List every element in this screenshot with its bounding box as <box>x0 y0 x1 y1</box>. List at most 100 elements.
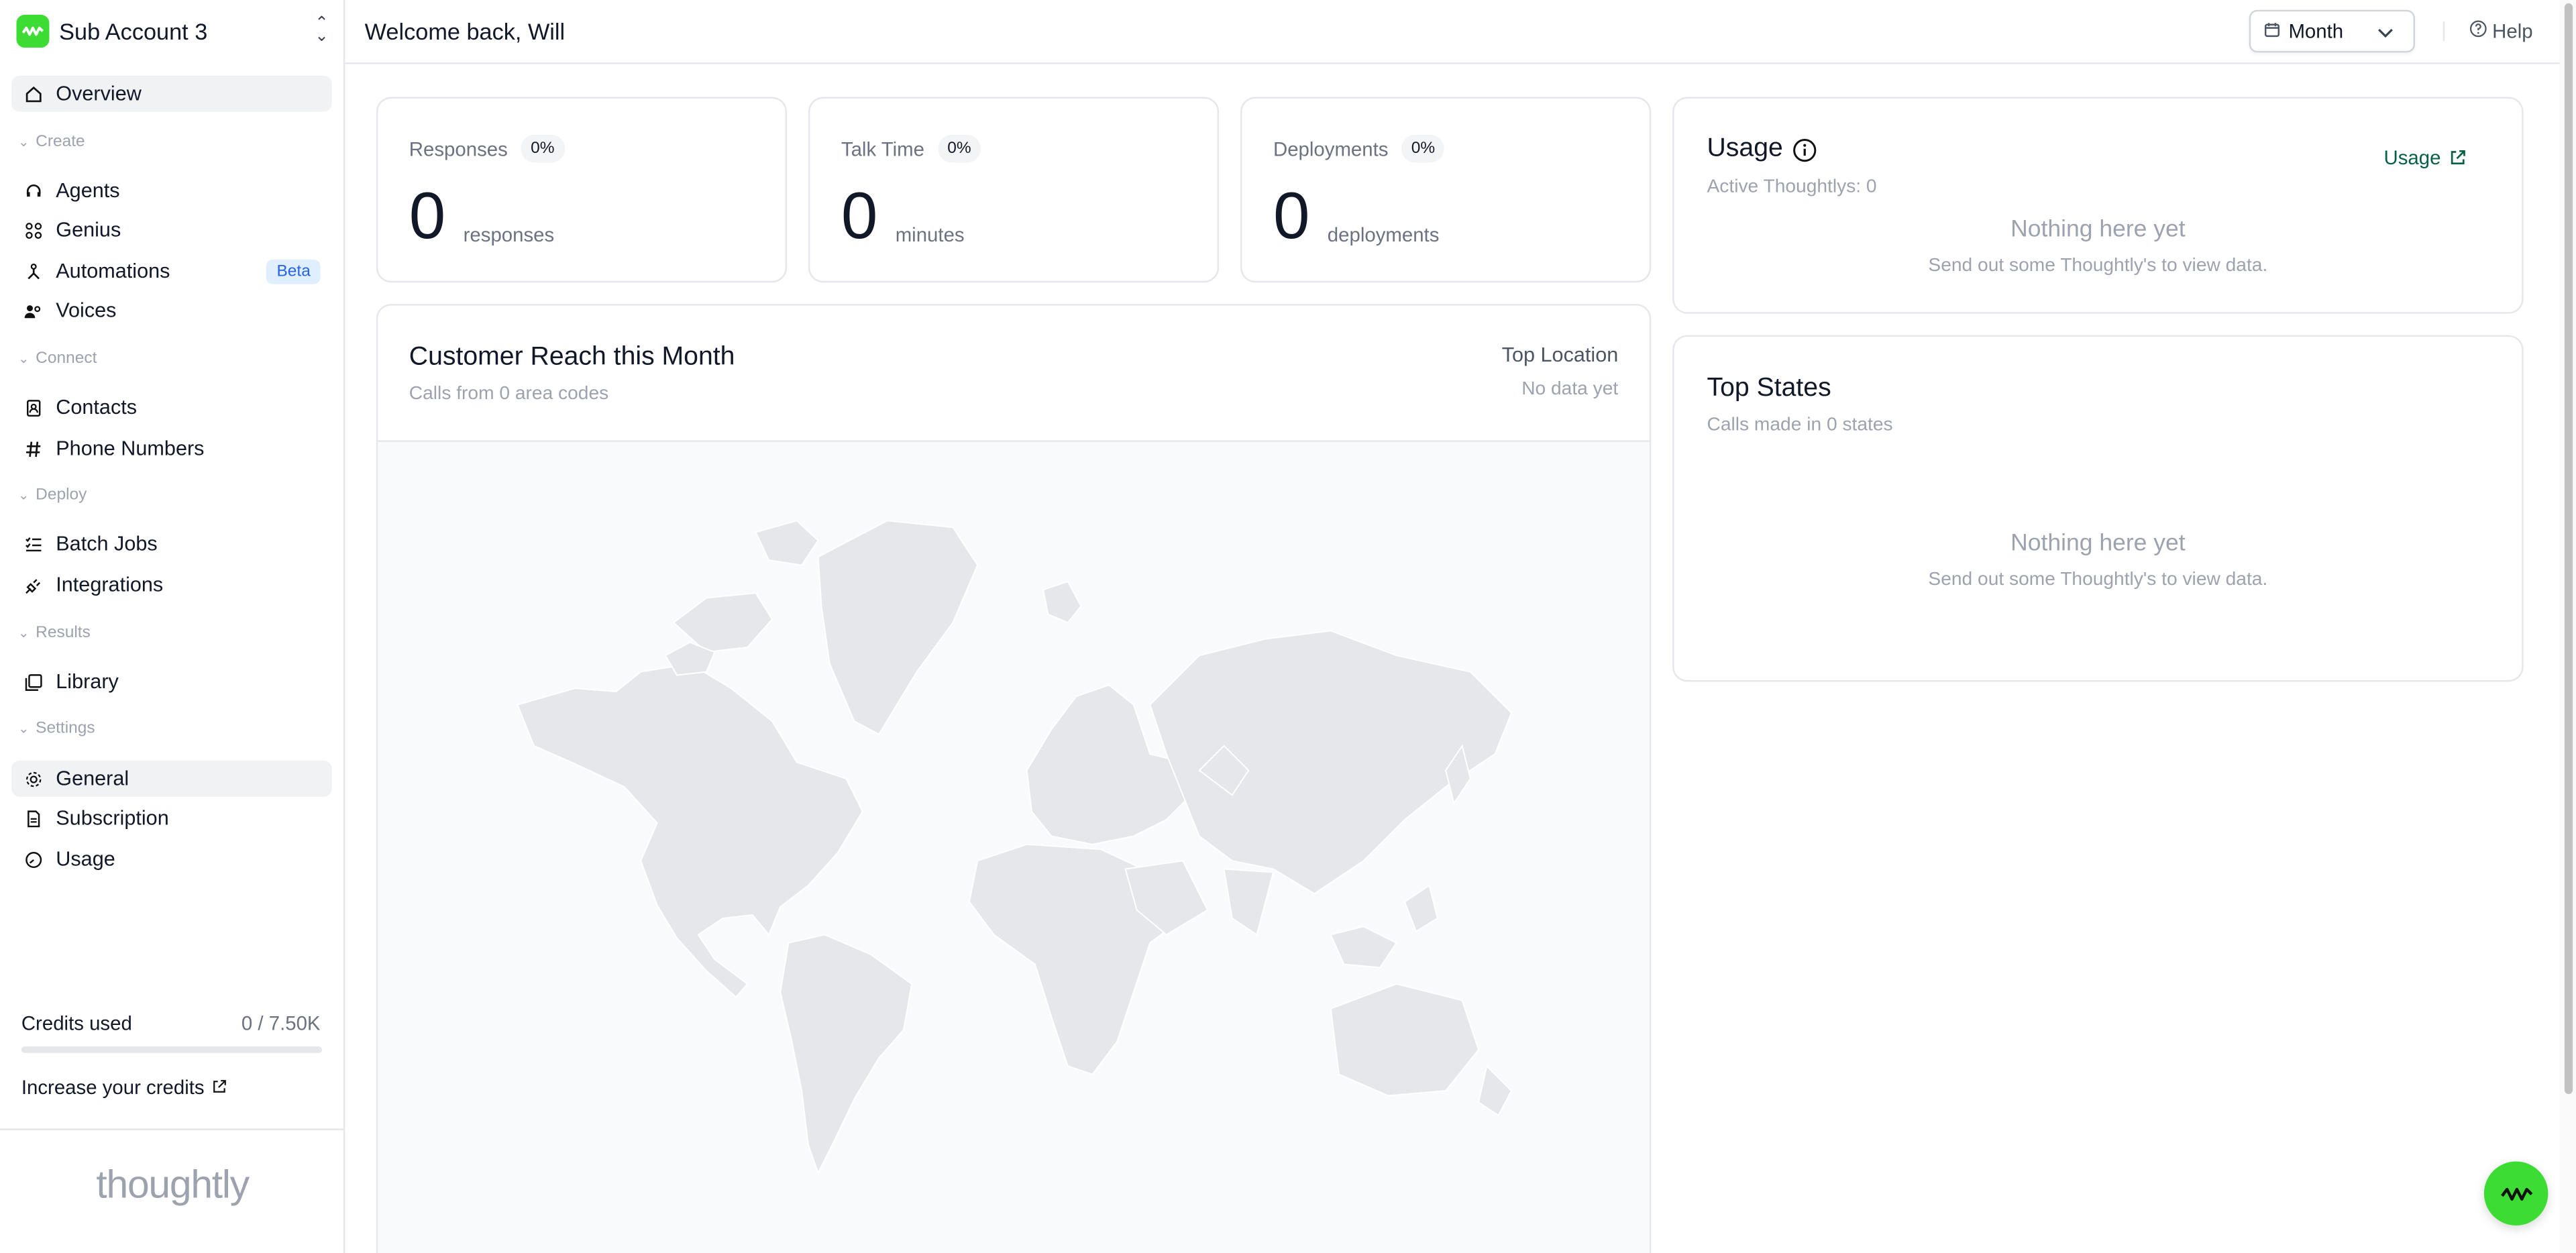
sidebar-item-genius[interactable]: Genius <box>11 212 332 248</box>
sidebar-item-general[interactable]: General <box>11 760 332 797</box>
external-link-icon <box>213 1076 227 1099</box>
increase-credits-label: Increase your credits <box>21 1076 205 1099</box>
sidebar-item-overview[interactable]: Overview <box>11 75 332 112</box>
sidebar-item-label: Contacts <box>56 396 138 419</box>
period-select[interactable]: Month <box>2249 9 2416 53</box>
grid-icon <box>23 220 42 239</box>
stat-label: Responses <box>409 137 508 160</box>
change-badge: 0% <box>937 134 981 163</box>
sidebar-item-label: Genius <box>56 218 121 242</box>
sidebar-item-label: Phone Numbers <box>56 437 205 460</box>
beta-badge: Beta <box>266 258 321 284</box>
gauge-icon <box>23 849 42 869</box>
gear-icon <box>23 769 42 788</box>
headset-icon <box>23 180 42 200</box>
top-location-label: Top Location <box>1501 343 1619 367</box>
change-badge: 0% <box>521 134 565 163</box>
account-switcher[interactable]: Sub Account 3 ⌃ ⌄ <box>16 15 329 48</box>
card-subtitle: Calls made in 0 states <box>1707 415 1893 435</box>
section-label: Deploy <box>36 486 87 504</box>
section-settings[interactable]: ⌄ Settings <box>18 720 95 738</box>
chevron-down-icon: ⌄ <box>17 626 30 641</box>
top-bar: Welcome back, Will Month Help <box>345 0 2560 64</box>
help-label: Help <box>2492 19 2533 43</box>
usage-card: Usage Active Thoughtlys: 0 Usage Nothing… <box>1672 97 2524 314</box>
info-icon[interactable] <box>1792 137 1817 162</box>
plug-icon <box>23 575 42 594</box>
world-map[interactable] <box>378 440 1650 1253</box>
sidebar-item-label: Batch Jobs <box>56 532 158 555</box>
chevron-updown-icon: ⌃ ⌄ <box>315 15 329 46</box>
change-badge: 0% <box>1401 134 1445 163</box>
stat-card-deployments: Deployments 0% 0 deployments <box>1240 97 1652 283</box>
chevron-down-icon: ⌄ <box>17 721 30 737</box>
customer-reach-card: Customer Reach this Month Calls from 0 a… <box>376 304 1652 1253</box>
sidebar-item-label: Usage <box>56 847 115 871</box>
chevron-down-icon: ⌄ <box>17 134 30 150</box>
section-connect[interactable]: ⌄ Connect <box>18 350 97 368</box>
sidebar-item-label: Integrations <box>56 573 164 596</box>
sidebar-item-library[interactable]: Library <box>11 663 332 700</box>
stat-value: 0 <box>1273 180 1310 254</box>
stat-unit: minutes <box>895 223 965 247</box>
sidebar-item-voices[interactable]: Voices <box>11 292 332 329</box>
sidebar: Sub Account 3 ⌃ ⌄ Overview ⌄ Create Agents… <box>0 0 345 1253</box>
library-icon <box>23 672 42 692</box>
thoughtly-chat-button[interactable] <box>2483 1161 2548 1225</box>
stat-unit: responses <box>463 223 555 247</box>
empty-state-title: Nothing here yet <box>2010 217 2186 243</box>
receipt-icon <box>23 808 42 828</box>
list-check-icon <box>23 534 42 553</box>
stat-label: Deployments <box>1273 137 1389 160</box>
top-location-value: No data yet <box>1521 379 1619 400</box>
increase-credits-link[interactable]: Increase your credits <box>21 1076 227 1099</box>
section-results[interactable]: ⌄ Results <box>18 624 91 643</box>
section-deploy[interactable]: ⌄ Deploy <box>18 486 87 504</box>
welcome-title: Welcome back, Will <box>364 17 566 45</box>
thoughtly-wordmark: thoughtly <box>96 1162 250 1208</box>
usage-link-label: Usage <box>2383 146 2441 170</box>
sidebar-item-phone-numbers[interactable]: Phone Numbers <box>11 431 332 467</box>
usage-link[interactable]: Usage <box>2383 146 2465 169</box>
scrollbar-thumb[interactable] <box>2564 3 2573 1095</box>
stat-value: 0 <box>409 180 446 254</box>
stat-unit: deployments <box>1327 223 1440 247</box>
help-circle-icon <box>2469 19 2487 42</box>
sidebar-item-usage[interactable]: Usage <box>11 841 332 877</box>
section-create[interactable]: ⌄ Create <box>18 133 85 151</box>
calendar-icon <box>2264 19 2280 42</box>
sidebar-item-contacts[interactable]: Contacts <box>11 389 332 425</box>
section-label: Create <box>36 133 85 152</box>
stat-card-talk-time: Talk Time 0% 0 minutes <box>808 97 1220 283</box>
section-label: Results <box>36 624 91 643</box>
chevron-down-icon <box>2377 19 2394 42</box>
home-icon <box>23 84 42 103</box>
credits-label: Credits used <box>21 1012 132 1035</box>
sidebar-item-label: Overview <box>56 82 142 105</box>
active-thoughtlys: Active Thoughtlys: 0 <box>1707 177 1877 197</box>
sidebar-item-label: Agents <box>56 178 120 203</box>
sidebar-item-agents[interactable]: Agents <box>11 172 332 209</box>
sidebar-item-label: Automations <box>56 259 170 283</box>
thoughtly-logo-icon <box>16 15 50 48</box>
chevron-down-icon: ⌄ <box>17 351 30 367</box>
sidebar-item-automations[interactable]: Automations Beta <box>11 253 332 289</box>
sidebar-item-subscription[interactable]: Subscription <box>11 800 332 836</box>
empty-state-subtitle: Send out some Thoughtly's to view data. <box>1928 569 2268 590</box>
sidebar-item-integrations[interactable]: Integrations <box>11 567 332 603</box>
period-select-value: Month <box>2288 19 2344 43</box>
credits-value: 0 / 7.50K <box>241 1012 321 1035</box>
external-link-icon <box>2449 150 2465 166</box>
empty-state-title: Nothing here yet <box>2010 531 2186 557</box>
help-button[interactable]: Help <box>2469 19 2533 43</box>
card-subtitle: Calls from 0 area codes <box>409 384 609 404</box>
contacts-icon <box>23 398 42 417</box>
sidebar-item-batch-jobs[interactable]: Batch Jobs <box>11 526 332 562</box>
card-title: Usage <box>1707 134 1783 163</box>
top-states-card: Top States Calls made in 0 states Nothin… <box>1672 335 2524 682</box>
sidebar-item-label: Subscription <box>56 806 169 830</box>
sidebar-item-label: General <box>56 767 129 790</box>
header-divider <box>2443 21 2445 42</box>
section-label: Settings <box>36 719 95 738</box>
card-title: Top States <box>1707 374 1831 403</box>
